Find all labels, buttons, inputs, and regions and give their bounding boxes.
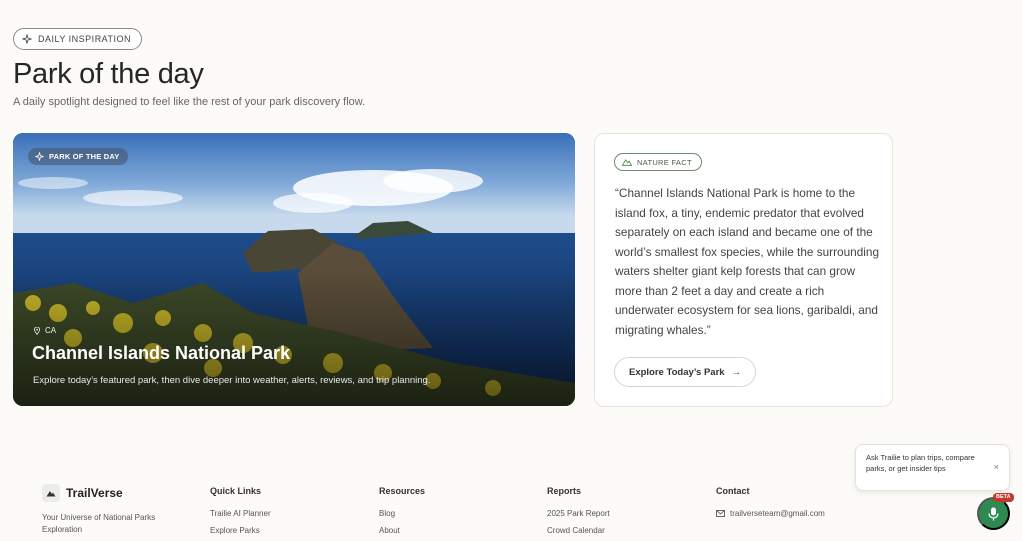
contact-email-link[interactable]: trailverseteam@gmail.com [716,509,825,518]
footer-quick-links: Quick Links Trailie AI Planner Explore P… [210,486,271,541]
contact-heading: Contact [716,486,750,496]
trailie-chat-tooltip[interactable]: Ask Trailie to plan trips, compare parks… [855,444,1010,491]
nature-fact-text: “Channel Islands National Park is home t… [615,186,880,337]
footer-reports: Reports 2025 Park Report Crowd Calendar [547,486,610,541]
footer-link-about[interactable]: About [379,526,425,541]
sparkle-icon [35,152,44,161]
footer-link-blog[interactable]: Blog [379,509,425,526]
contact-email: trailverseteam@gmail.com [730,509,825,518]
beta-badge: BETA [993,493,1014,502]
nature-fact-badge: NATURE FACT [614,153,702,171]
trailverse-logo-icon [42,484,60,502]
footer-resources: Resources Blog About [379,486,425,541]
footer-contact: Contact trailverseteam@gmail.com [716,486,825,518]
footer-brand[interactable]: TrailVerse [42,484,123,502]
park-name: Channel Islands National Park [32,343,291,363]
footer-link-2025-park-report[interactable]: 2025 Park Report [547,509,610,526]
featured-park-card[interactable]: PARK OF THE DAY CA Channel Islands Natio… [13,133,575,406]
quick-links-heading: Quick Links [210,486,262,496]
page-title: Park of the day [13,58,204,90]
nature-fact-card: NATURE FACT “Channel Islands National Pa… [594,133,893,407]
explore-button-label: Explore Today’s Park [629,366,725,378]
mail-icon [716,510,725,517]
microphone-icon [988,507,999,520]
nature-fact-label: NATURE FACT [637,157,692,167]
footer-link-explore-parks[interactable]: Explore Parks [210,526,271,541]
sparkle-icon [22,34,32,44]
park-photo [13,133,575,406]
daily-inspiration-badge: DAILY INSPIRATION [13,28,143,50]
park-of-the-day-label: PARK OF THE DAY [49,152,120,161]
footer-link-trailie-ai-planner[interactable]: Trailie AI Planner [210,509,271,526]
park-of-the-day-badge: PARK OF THE DAY [28,148,128,165]
page-subtitle: A daily spotlight designed to feel like … [13,96,366,108]
arrow-right-icon: → [731,366,742,378]
park-description: Explore today’s featured park, then dive… [33,375,431,386]
map-pin-icon [33,326,41,335]
resources-heading: Resources [379,486,426,496]
mountain-icon [622,159,632,166]
chat-tip-text: Ask Trailie to plan trips, compare parks… [866,453,975,473]
explore-todays-park-button[interactable]: Explore Today’s Park → [614,357,757,387]
reports-heading: Reports [547,486,582,496]
brand-name: TrailVerse [66,486,123,500]
park-location: CA [33,326,56,335]
close-icon[interactable]: × [994,462,999,472]
brand-tagline: Your Universe of National Parks Explorat… [42,513,156,534]
park-state: CA [45,326,57,335]
footer-link-crowd-calendar[interactable]: Crowd Calendar [547,526,610,541]
daily-inspiration-label: DAILY INSPIRATION [38,34,132,44]
